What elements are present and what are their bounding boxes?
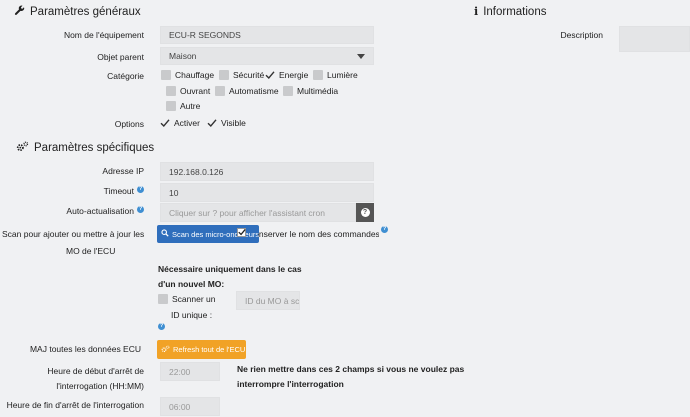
parent-object-label: Objet parent <box>97 52 144 62</box>
parent-object-select[interactable]: Maison <box>160 47 374 65</box>
specific-title: Paramètres spécifiques <box>34 142 155 154</box>
checkbox-icon <box>283 86 293 96</box>
cron-assistant-button[interactable]: ? <box>356 203 374 222</box>
checkmark-icon <box>265 70 275 80</box>
gears-icon <box>161 345 170 355</box>
category-label-text: Ouvrant <box>180 86 211 96</box>
checkmark-icon <box>237 228 246 238</box>
new-mo-note-line1: Nécessaire uniquement dans le cas <box>158 264 302 274</box>
category-label-text: Energie <box>279 70 309 80</box>
checkbox-icon <box>166 86 176 96</box>
option-visible[interactable]: Visible <box>207 118 246 128</box>
autorefresh-input[interactable]: Cliquer sur ? pour afficher l'assistant … <box>160 203 356 222</box>
dropdown-arrow-icon <box>357 53 365 59</box>
start-time-input[interactable]: 22:00 <box>160 362 220 381</box>
end-time-input[interactable]: 06:00 <box>160 397 220 416</box>
maj-label: MAJ toutes les données ECU <box>29 344 141 354</box>
category-securite[interactable]: Sécurité <box>219 70 264 80</box>
info-title: Informations <box>483 5 547 18</box>
category-label-text: Multimédia <box>297 86 339 96</box>
checkmark-icon <box>207 118 217 128</box>
mo-id-input[interactable]: ID du MO à scanner <box>236 291 300 310</box>
checkmark-icon <box>160 118 170 128</box>
start-label-line1: Heure de début d'arrêt de <box>47 366 144 376</box>
category-multimedia[interactable]: Multimédia <box>283 86 338 96</box>
description-textarea[interactable] <box>619 26 690 52</box>
general-title: Paramètres généraux <box>30 6 141 18</box>
option-label-text: Visible <box>221 118 246 128</box>
checkbox-icon <box>158 294 168 304</box>
category-lumiere[interactable]: Lumière <box>313 70 358 80</box>
autorefresh-label: Auto-actualisation <box>66 206 134 216</box>
scan-unique-label-line2: ID unique : <box>171 310 213 320</box>
category-chauffage[interactable]: Chauffage <box>161 70 214 80</box>
ip-address-label: Adresse IP <box>102 166 144 176</box>
help-icon[interactable]: ? <box>137 186 144 193</box>
question-circle-icon: ? <box>360 208 370 217</box>
info-icon: i <box>474 5 479 18</box>
timeout-label: Timeout <box>103 186 134 196</box>
category-automatisme[interactable]: Automatisme <box>215 86 279 96</box>
keep-names-label: Conserver le nom des commandes <box>258 229 379 239</box>
checkbox-icon <box>313 70 323 80</box>
info-section-title: i Informations <box>474 5 546 18</box>
hint-line2: interrompre l'interrogation <box>237 379 344 389</box>
help-icon[interactable]: ? <box>381 226 388 233</box>
equipment-name-input[interactable]: ECU-R SEGONDS <box>160 26 374 44</box>
category-label-text: Lumière <box>327 70 358 80</box>
help-icon[interactable]: ? <box>158 323 165 330</box>
checkbox-icon <box>161 70 171 80</box>
refresh-ecu-button[interactable]: Refresh tout de l'ECU <box>157 340 246 359</box>
description-label: Description <box>560 30 603 40</box>
equipment-name-label: Nom de l'équipement <box>63 30 144 40</box>
keep-names-checkbox[interactable] <box>237 228 246 237</box>
wrench-icon <box>14 5 25 19</box>
checkbox-icon <box>219 70 229 80</box>
option-label-text: Activer <box>174 118 200 128</box>
scan-button-label: Scan des micro-onduleurs <box>172 229 260 239</box>
refresh-button-label: Refresh tout de l'ECU <box>173 345 246 354</box>
parent-object-value: Maison <box>169 51 197 61</box>
end-label: Heure de fin d'arrêt de l'interrogation <box>6 400 144 410</box>
checkbox-icon <box>166 101 176 111</box>
category-label-text: Automatisme <box>229 86 279 96</box>
hint-line1: Ne rien mettre dans ces 2 champs si vous… <box>237 364 465 374</box>
category-label: Catégorie <box>107 71 144 81</box>
general-section-title: Paramètres généraux <box>14 5 141 19</box>
checkbox-icon <box>215 86 225 96</box>
start-label-line2: l'interrogation (HH:MM) <box>56 381 144 391</box>
search-icon <box>161 229 169 239</box>
scan-label-line1: Scan pour ajouter ou mettre à jour les <box>2 229 145 239</box>
gears-icon <box>16 141 29 155</box>
category-energie[interactable]: Energie <box>265 70 308 80</box>
category-label-text: Autre <box>180 101 201 111</box>
category-label-text: Chauffage <box>175 70 215 80</box>
category-ouvrant[interactable]: Ouvrant <box>166 86 210 96</box>
scan-label-line2: MO de l'ECU <box>66 246 116 256</box>
timeout-input[interactable]: 10 <box>160 183 374 202</box>
timeout-label-group: Timeout ? <box>104 186 144 196</box>
keep-names-label-wrap: Conserver le nom des commandes <box>258 229 379 240</box>
autorefresh-label-group: Auto-actualisation ? <box>66 206 144 216</box>
specific-section-title: Paramètres spécifiques <box>16 141 154 155</box>
option-activer[interactable]: Activer <box>160 118 200 128</box>
scan-unique-label-line1: Scanner un <box>172 294 216 304</box>
ip-address-input[interactable]: 192.168.0.126 <box>160 162 374 181</box>
category-label-text: Sécurité <box>233 70 265 80</box>
category-autre[interactable]: Autre <box>166 101 200 111</box>
new-mo-note-line2: d'un nouvel MO: <box>158 279 225 289</box>
options-label: Options <box>114 119 144 129</box>
scan-unique-checkbox[interactable]: Scanner un <box>158 294 215 304</box>
help-icon[interactable]: ? <box>137 206 144 213</box>
